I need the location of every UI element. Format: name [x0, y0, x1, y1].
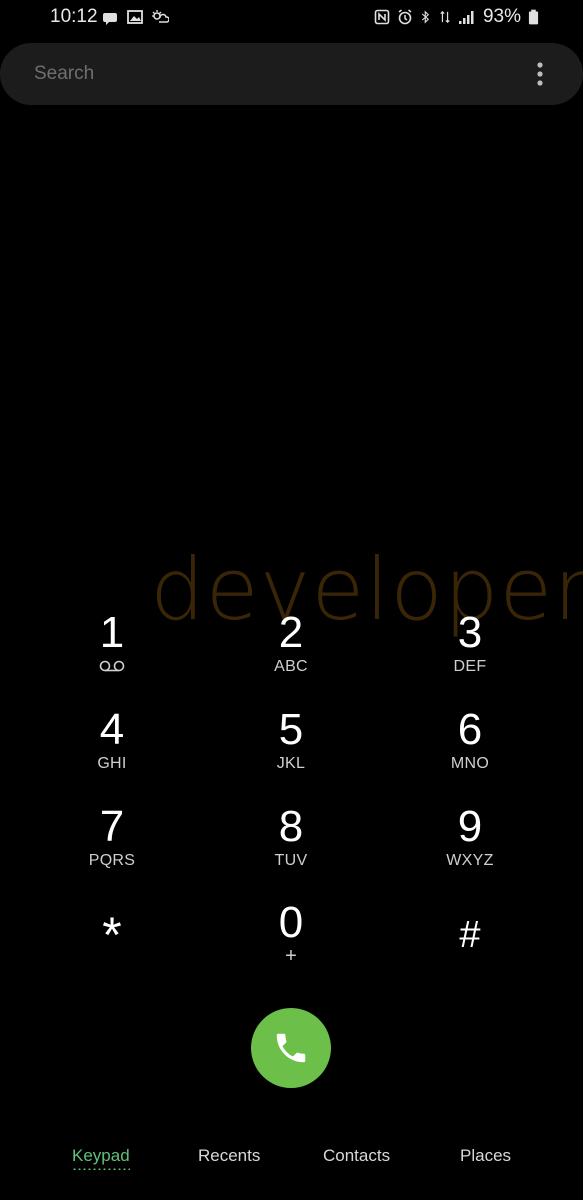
- key-digit: 7: [99, 802, 125, 851]
- tab-label: Places: [460, 1146, 512, 1165]
- voicemail-icon: [99, 660, 125, 672]
- status-bar: 10:12 93%: [0, 0, 583, 36]
- tab-label: Keypad: [72, 1146, 130, 1165]
- key-digit: 0: [278, 898, 304, 947]
- key-letters: JKL: [276, 755, 306, 772]
- key-letters: +: [285, 945, 297, 967]
- status-left-icons: [103, 8, 169, 26]
- key-0[interactable]: 0 +: [221, 900, 361, 990]
- nfc-icon: [374, 9, 390, 25]
- dialer-screen: 10:12 93% Search developer 1 2 ABC 3 DEF…: [0, 0, 583, 1200]
- key-letters: DEF: [453, 658, 487, 675]
- key-digit: #: [459, 914, 481, 956]
- key-3[interactable]: 3 DEF: [400, 610, 540, 700]
- key-digit: 5: [278, 705, 304, 754]
- phone-icon: [276, 1033, 306, 1063]
- search-input[interactable]: Search: [34, 63, 94, 85]
- key-2[interactable]: 2 ABC: [221, 610, 361, 700]
- key-8[interactable]: 8 TUV: [221, 804, 361, 894]
- key-9[interactable]: 9 WXYZ: [400, 804, 540, 894]
- chat-notification-icon: [103, 13, 117, 25]
- key-letters: WXYZ: [446, 852, 494, 869]
- active-tab-indicator: [72, 1168, 130, 1170]
- battery-percentage: 93%: [482, 6, 521, 27]
- key-6[interactable]: 6 MNO: [400, 707, 540, 797]
- bluetooth-icon: [421, 10, 430, 24]
- key-digit: 8: [278, 802, 304, 851]
- alarm-icon: [398, 9, 412, 25]
- tab-label: Recents: [198, 1146, 261, 1165]
- key-7[interactable]: 7 PQRS: [42, 804, 182, 894]
- status-time: 10:12: [50, 6, 98, 27]
- key-hash[interactable]: #: [400, 912, 540, 1002]
- key-letters: TUV: [274, 852, 308, 869]
- status-right: 93%: [374, 6, 539, 28]
- data-arrows-icon: [440, 11, 450, 23]
- key-digit: 4: [99, 705, 125, 754]
- key-5[interactable]: 5 JKL: [221, 707, 361, 797]
- key-letters: GHI: [97, 755, 127, 772]
- key-digit: 2: [278, 608, 304, 657]
- tab-places[interactable]: Places: [460, 1146, 511, 1166]
- battery-icon: [528, 9, 539, 25]
- key-digit: 3: [457, 608, 483, 657]
- tab-recents[interactable]: Recents: [198, 1146, 260, 1166]
- key-1[interactable]: 1: [42, 610, 182, 700]
- key-star[interactable]: *: [42, 910, 182, 1000]
- signal-icon: [458, 11, 474, 24]
- key-digit: 1: [99, 608, 125, 657]
- more-options-icon[interactable]: [535, 61, 545, 87]
- call-button[interactable]: [251, 1008, 331, 1088]
- key-digit: 9: [457, 802, 483, 851]
- tab-keypad[interactable]: Keypad: [72, 1146, 130, 1170]
- tab-label: Contacts: [323, 1146, 391, 1165]
- weather-icon: [152, 10, 169, 23]
- search-bar[interactable]: Search: [0, 43, 583, 105]
- key-letters: ABC: [274, 658, 308, 675]
- key-letters: PQRS: [88, 852, 136, 869]
- key-letters: MNO: [450, 755, 490, 772]
- tab-contacts[interactable]: Contacts: [323, 1146, 390, 1166]
- image-icon: [127, 10, 143, 24]
- key-digit: 6: [457, 705, 483, 754]
- key-4[interactable]: 4 GHI: [42, 707, 182, 797]
- key-digit: *: [102, 907, 122, 963]
